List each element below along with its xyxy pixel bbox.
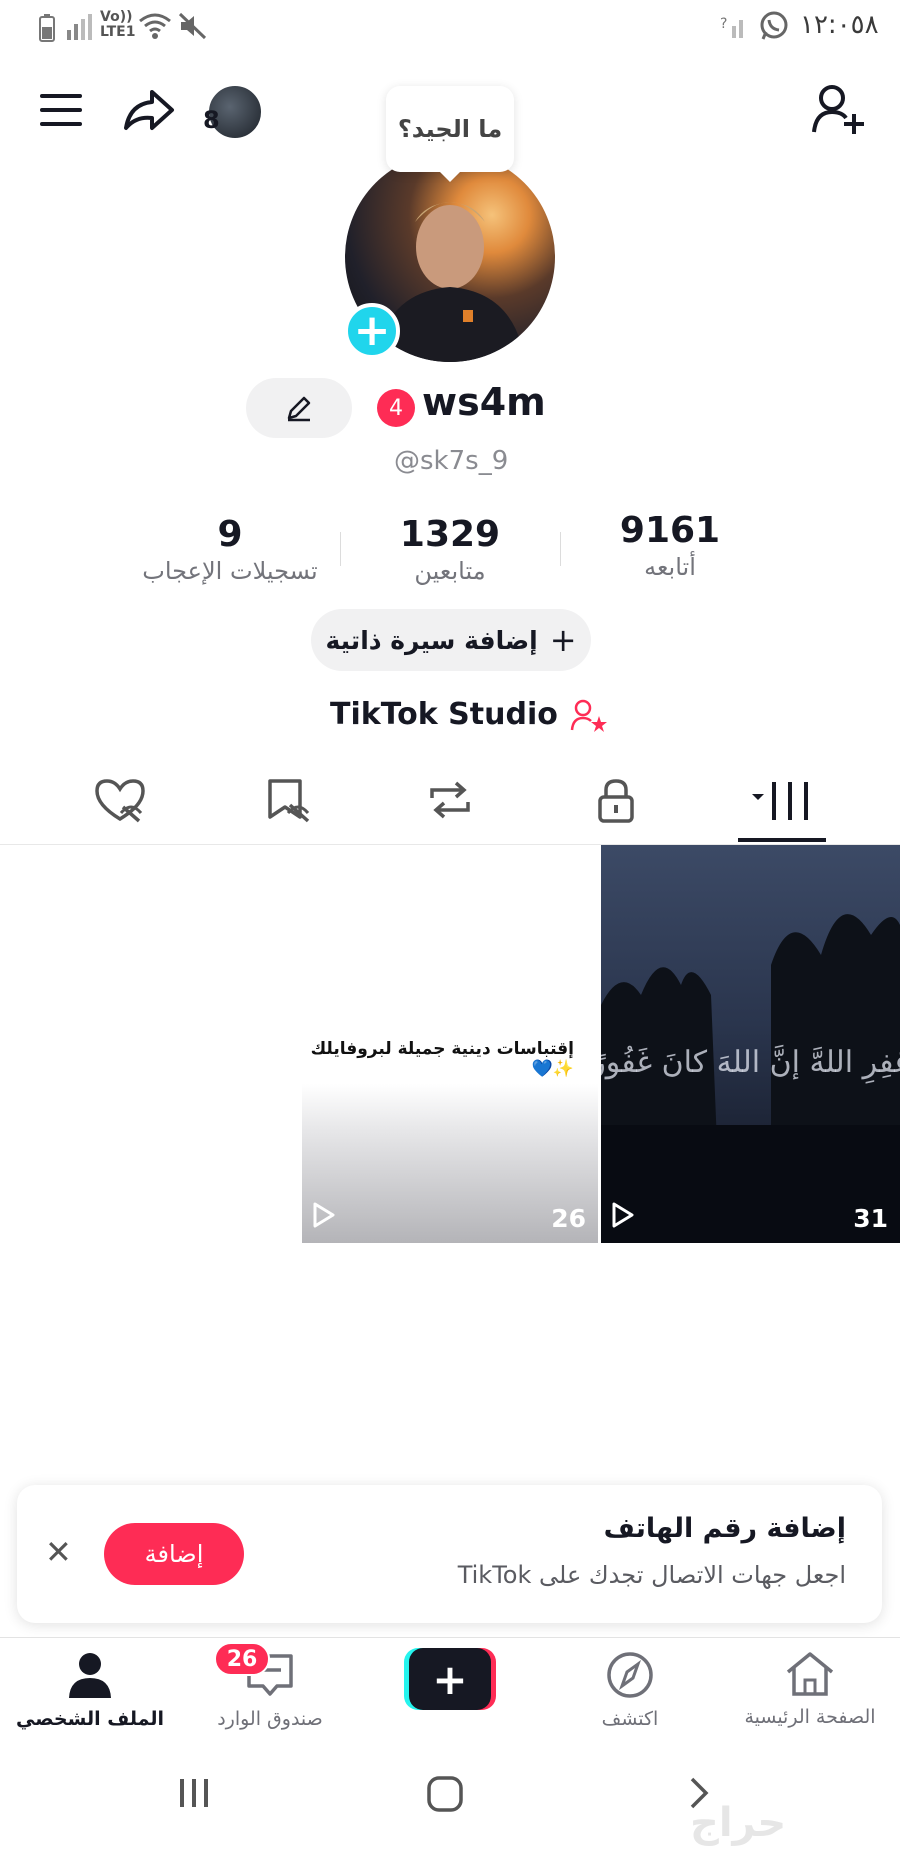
home-icon — [786, 1652, 834, 1696]
tiktok-studio-label: TikTok Studio — [330, 697, 558, 732]
volte-indicator: Vo)) LTE1 — [100, 10, 135, 40]
edit-profile-button[interactable] — [246, 378, 352, 438]
no-signal-icon: ? — [720, 12, 748, 44]
share-icon[interactable] — [122, 88, 176, 132]
followers-count: 1329 — [399, 514, 501, 555]
following-count: 9161 — [619, 510, 721, 551]
banner-title: إضافة رقم الهاتف — [603, 1513, 846, 1544]
video-thumbnail[interactable]: غفِرِ اللهَّ إنَّ اللهَ كانَ غَفُورًا رَ… — [601, 845, 900, 1243]
play-icon — [611, 1201, 635, 1233]
nav-discover[interactable]: اكتشف — [550, 1650, 710, 1730]
stat-following[interactable]: 9161 أتابعه — [600, 510, 740, 581]
volte-label: Vo)) — [100, 9, 133, 25]
tab-reposts[interactable] — [410, 770, 490, 830]
bottom-nav-divider — [0, 1637, 900, 1638]
add-friend-icon[interactable] — [812, 84, 866, 136]
stat-followers[interactable]: 1329 متابعين — [380, 514, 520, 585]
user-handle: @sk7s_9 — [394, 446, 509, 476]
add-phone-button[interactable]: إضافة — [104, 1523, 244, 1585]
nav-home-label: الصفحة الرئيسية — [744, 1706, 876, 1728]
stat-divider — [560, 532, 561, 566]
status-time: ١٢:٠٥٨ — [800, 10, 879, 40]
nav-profile[interactable]: الملف الشخصي — [10, 1650, 170, 1730]
view-count: 31 — [853, 1204, 888, 1233]
username: ws4m — [422, 380, 546, 424]
video-caption: إقتباسات دينية جميلة لبروفايلك ✨💙 — [302, 1039, 574, 1079]
nav-inbox-label: صندوق الوارد — [217, 1708, 323, 1730]
friends-count: 8 — [203, 106, 220, 134]
plus-icon: + — [549, 621, 577, 659]
status-bar: Vo)) LTE1 ? ١٢:٠٥٨ — [0, 0, 900, 52]
add-bio-label: إضافة سيرة ذاتية — [325, 625, 538, 655]
tab-favorites[interactable] — [248, 770, 328, 830]
tab-active-indicator — [738, 838, 826, 842]
nav-home[interactable]: الصفحة الرئيسية — [730, 1650, 890, 1728]
nav-profile-label: الملف الشخصي — [15, 1708, 164, 1730]
tab-liked[interactable] — [80, 770, 160, 830]
inbox-badge: 26 — [214, 1642, 270, 1676]
signal-icon — [66, 14, 94, 44]
following-label: أتابعه — [644, 553, 696, 581]
stat-likes[interactable]: 9 تسجيلات الإعجاب — [120, 514, 340, 585]
add-phone-banner: إضافة رقم الهاتف اجعل جهات الاتصال تجدك … — [17, 1485, 882, 1623]
close-icon[interactable]: ✕ — [45, 1533, 72, 1571]
mute-icon — [178, 12, 208, 44]
status-tooltip[interactable]: ما الجيد؟ — [386, 86, 514, 182]
svg-text:?: ? — [720, 16, 727, 32]
verse-text: غفِرِ اللهَّ إنَّ اللهَ كانَ غَفُورًا رَ… — [601, 1045, 900, 1080]
tiktok-studio-link[interactable]: TikTok Studio — [330, 697, 608, 732]
followers-label: متابعين — [414, 557, 486, 585]
favorites-hidden-icon — [268, 779, 310, 823]
create-button[interactable]: + — [404, 1648, 496, 1710]
creator-star-icon — [570, 699, 607, 732]
profile-icon — [69, 1653, 111, 1698]
stat-divider — [340, 532, 341, 566]
menu-icon[interactable] — [38, 92, 84, 128]
banner-subtitle: اجعل جهات الاتصال تجدك على TikTok — [457, 1561, 846, 1589]
home-system-button[interactable] — [426, 1775, 464, 1817]
compass-icon — [607, 1652, 653, 1698]
likes-label: تسجيلات الإعجاب — [142, 557, 318, 585]
trees-graphic — [601, 914, 900, 1243]
view-count: 26 — [551, 1204, 586, 1233]
pencil-icon — [287, 396, 311, 422]
recent-apps-button[interactable] — [176, 1775, 212, 1815]
nav-discover-label: اكتشف — [601, 1708, 659, 1730]
video-caption-text: إقتباسات دينية جميلة لبروفايلك — [310, 1039, 574, 1059]
video-thumbnail[interactable]: إقتباسات دينية جميلة لبروفايلك ✨💙 26 — [302, 845, 598, 1243]
add-avatar-button[interactable]: + — [344, 303, 400, 359]
tab-private[interactable] — [576, 770, 656, 830]
likes-count: 9 — [217, 514, 243, 555]
heart-emoji: ✨💙 — [531, 1059, 574, 1079]
whatsapp-icon — [758, 10, 790, 46]
wifi-icon — [138, 12, 172, 44]
add-bio-button[interactable]: + إضافة سيرة ذاتية — [311, 609, 591, 671]
watermark-logo: حراج — [690, 1800, 787, 1846]
notification-badge: 4 — [377, 389, 415, 427]
liked-hidden-icon — [95, 779, 145, 823]
plus-icon: + — [409, 1648, 491, 1710]
lock-icon — [598, 779, 634, 823]
tab-videos[interactable] — [742, 770, 822, 830]
network-label: LTE1 — [100, 24, 136, 40]
battery-icon — [38, 14, 56, 49]
play-icon — [312, 1201, 336, 1233]
repost-icon — [430, 781, 470, 819]
videos-grid-icon — [752, 782, 808, 820]
